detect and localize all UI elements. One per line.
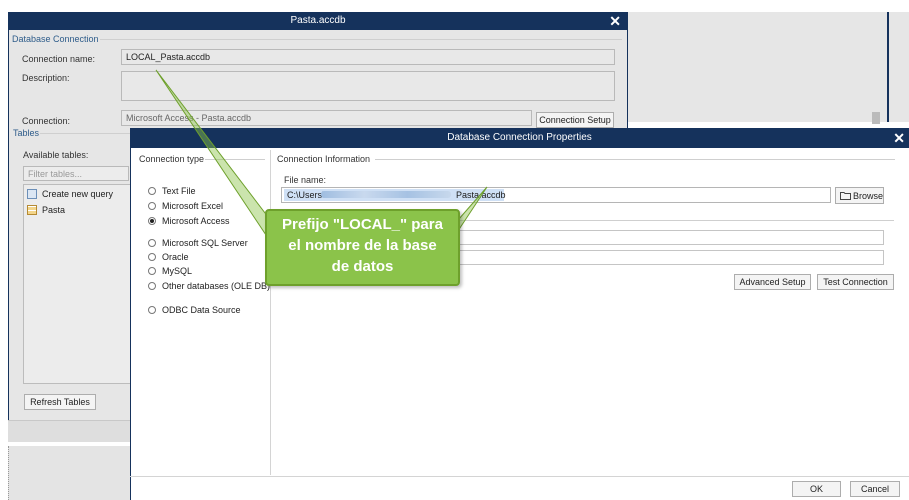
callout-box: Prefijo "LOCAL_" para el nombre de la ba… <box>265 209 460 286</box>
right-panel-divider <box>887 12 889 122</box>
connection-name-field[interactable]: LOCAL_Pasta.accdb <box>121 49 615 65</box>
test-connection-button[interactable]: Test Connection <box>817 274 894 290</box>
file-name-value-start: C:\Users\ <box>287 190 325 200</box>
radio-microsoft-sql-server[interactable]: Microsoft SQL Server <box>148 238 268 249</box>
browse-label: Browse <box>853 191 884 201</box>
table-icon <box>27 205 37 215</box>
radio-button[interactable] <box>148 187 156 195</box>
callout-line-1: Prefijo "LOCAL_" para <box>282 216 443 233</box>
connection-setup-button[interactable]: Connection Setup <box>536 112 614 128</box>
table-item-create-query[interactable]: Create new query <box>27 189 131 201</box>
table-item-label: Pasta <box>42 205 66 215</box>
db-section-label: Database Connection <box>12 34 99 44</box>
radio-microsoft-excel[interactable]: Microsoft Excel <box>148 201 268 212</box>
callout-line-2: el nombre de la base <box>288 237 437 254</box>
table-item-pasta[interactable]: Pasta <box>27 205 131 217</box>
connection-label: Connection: <box>22 116 71 126</box>
radio-text-file[interactable]: Text File <box>148 186 268 197</box>
radio-label: Text File <box>162 186 196 196</box>
close-icon[interactable]: ✕ <box>893 131 905 145</box>
radio-button[interactable] <box>148 306 156 314</box>
bg-window-bottom-strip <box>8 420 130 442</box>
ok-button[interactable]: OK <box>792 481 841 497</box>
radio-label: MySQL <box>162 266 193 276</box>
available-tables-label: Available tables: <box>23 150 89 160</box>
column-divider <box>270 150 271 475</box>
radio-label: ODBC Data Source <box>162 305 241 315</box>
bg-lower-panel <box>8 446 130 500</box>
radio-label: Microsoft Excel <box>162 201 224 211</box>
bg-lower-panel-edge <box>8 446 11 500</box>
footer-rule <box>130 476 909 477</box>
radio-microsoft-access[interactable]: Microsoft Access <box>148 216 268 227</box>
radio-label: Oracle <box>162 252 189 262</box>
refresh-tables-button[interactable]: Refresh Tables <box>24 394 96 410</box>
radio-button[interactable] <box>148 267 156 275</box>
connection-info-rule <box>375 159 895 160</box>
tables-section-rule <box>40 133 132 134</box>
tables-section-label: Tables <box>13 128 40 138</box>
radio-odbc-data-source[interactable]: ODBC Data Source <box>148 305 268 316</box>
query-icon <box>27 189 37 199</box>
radio-label: Microsoft Access <box>162 216 230 226</box>
description-label: Description: <box>22 73 70 83</box>
connection-type-label: Connection type <box>139 154 205 164</box>
radio-other-databases[interactable]: Other databases (OLE DB) <box>148 281 271 292</box>
bg-window-title: Pasta.accdb <box>290 15 346 26</box>
radio-label: Other databases (OLE DB) <box>162 281 271 291</box>
connection-type-rule <box>205 159 265 160</box>
table-item-label: Create new query <box>42 189 114 199</box>
browse-button[interactable]: Browse <box>835 187 884 204</box>
folder-icon <box>840 192 851 200</box>
bg-window-titlebar: Pasta.accdb ✕ <box>8 12 628 30</box>
filter-tables-input[interactable]: Filter tables... <box>23 166 129 181</box>
db-section-rule <box>100 39 622 40</box>
advanced-setup-button[interactable]: Advanced Setup <box>734 274 811 290</box>
radio-button[interactable] <box>148 253 156 261</box>
close-icon[interactable]: ✕ <box>609 14 621 28</box>
blurred-path <box>321 191 451 198</box>
radio-button[interactable] <box>148 282 156 290</box>
radio-mysql[interactable]: MySQL <box>148 266 268 277</box>
dialog-titlebar: Database Connection Properties ✕ <box>130 128 909 148</box>
radio-label: Microsoft SQL Server <box>162 238 248 248</box>
connection-field: Microsoft Access - Pasta.accdb <box>121 110 532 126</box>
radio-oracle[interactable]: Oracle <box>148 252 268 263</box>
radio-button[interactable] <box>148 239 156 247</box>
radio-button-selected[interactable] <box>148 217 156 225</box>
connection-info-label: Connection Information <box>277 154 371 164</box>
file-name-label: File name: <box>284 175 327 185</box>
callout-line-3: de datos <box>331 258 394 275</box>
cancel-button[interactable]: Cancel <box>850 481 900 497</box>
file-name-value-end: Pasta.accdb <box>456 190 506 200</box>
radio-button[interactable] <box>148 202 156 210</box>
scrollbar[interactable] <box>872 112 880 124</box>
right-panel <box>628 12 909 122</box>
connection-name-label: Connection name: <box>22 54 96 64</box>
dialog-title: Database Connection Properties <box>447 132 592 143</box>
description-field[interactable] <box>121 71 615 101</box>
